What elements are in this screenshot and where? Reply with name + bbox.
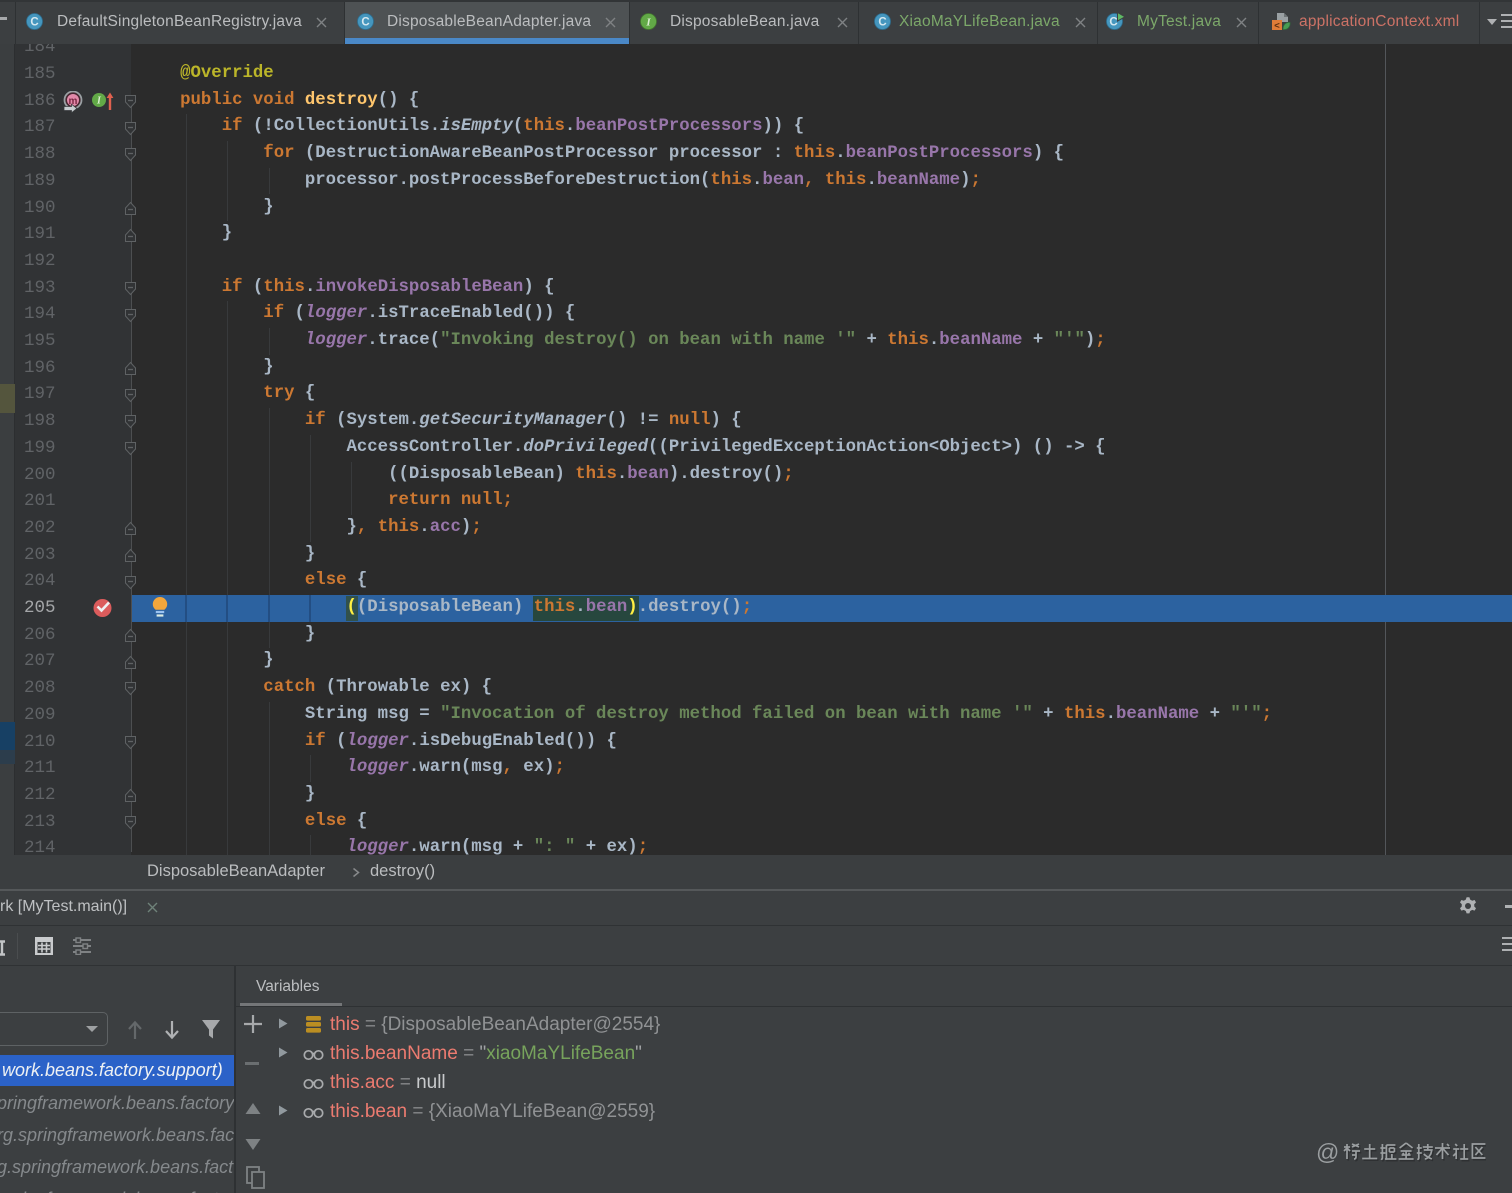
svg-text:@: @ [1316,1139,1339,1165]
svg-text:C: C [878,17,886,29]
svg-text:<: < [1274,20,1280,31]
svg-text:C: C [1109,17,1117,29]
svg-text:C: C [30,17,38,29]
svg-text:C: C [361,17,369,29]
svg-text:I: I [645,16,651,28]
